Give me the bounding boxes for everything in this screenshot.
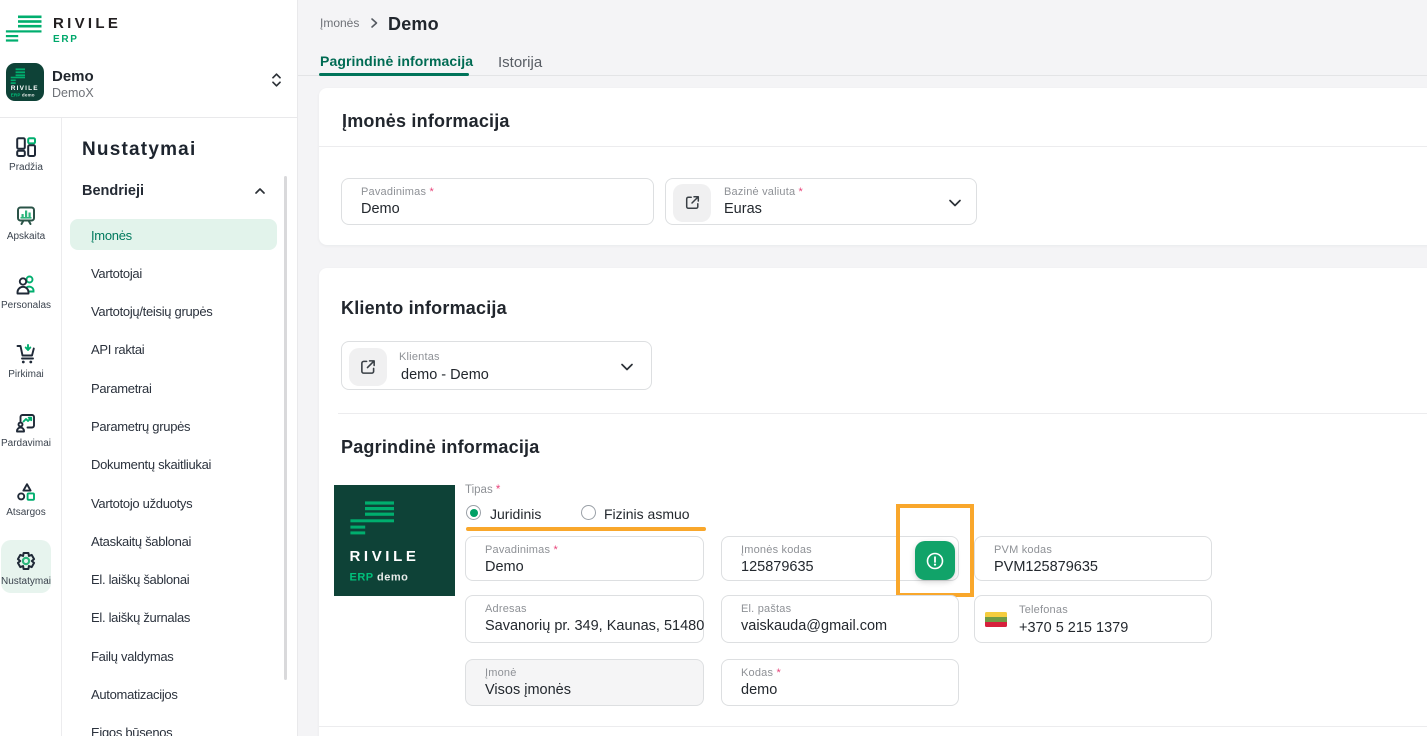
svg-text:RIVILE: RIVILE [11,85,39,92]
svg-text:RIVILE: RIVILE [350,548,420,565]
svg-text:ERP demo: ERP demo [11,93,35,98]
svg-text:ERP demo: ERP demo [350,572,409,584]
